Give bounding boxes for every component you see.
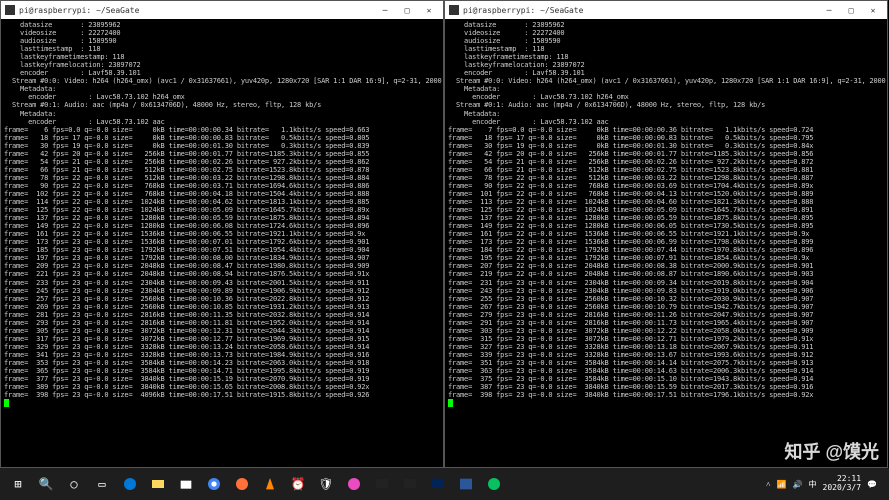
watermark: 知乎 @馍光	[784, 438, 879, 464]
tray-network-icon[interactable]: 📶	[777, 480, 787, 489]
terminal-output-right[interactable]: datasize : 23895962 videosize : 22272400…	[445, 19, 887, 467]
alarm-icon[interactable]: ⏰	[284, 470, 312, 498]
window-title: pi@raspberrypi: ~/SeaGate	[19, 6, 375, 15]
window-controls: ─ □ ✕	[819, 3, 883, 17]
explorer-icon[interactable]	[144, 470, 172, 498]
maximize-button[interactable]: □	[841, 3, 861, 17]
terminal-window-left: pi@raspberrypi: ~/SeaGate ─ □ ✕ datasize…	[0, 0, 444, 468]
terminal-window-right: pi@raspberrypi: ~/SeaGate ─ □ ✕ datasize…	[444, 0, 888, 468]
maximize-button[interactable]: □	[397, 3, 417, 17]
search-button[interactable]: 🔍	[32, 470, 60, 498]
vlc-icon[interactable]	[256, 470, 284, 498]
itunes-icon[interactable]	[340, 470, 368, 498]
close-button[interactable]: ✕	[863, 3, 883, 17]
tray-volume-icon[interactable]: 🔊	[793, 480, 803, 489]
chrome-icon[interactable]	[200, 470, 228, 498]
edge-icon[interactable]	[116, 470, 144, 498]
terminal-task-2[interactable]	[396, 470, 424, 498]
window-title: pi@raspberrypi: ~/SeaGate	[463, 6, 819, 15]
start-button[interactable]: ⊞	[4, 470, 32, 498]
clock-date: 2020/3/7	[823, 484, 862, 493]
window-area: pi@raspberrypi: ~/SeaGate ─ □ ✕ datasize…	[0, 0, 889, 468]
notification-icon[interactable]: 💬	[867, 480, 877, 489]
wechat-icon[interactable]	[480, 470, 508, 498]
tray-chevron-icon[interactable]: ˄	[766, 480, 771, 489]
taskbar: ⊞ 🔍 ○ ▭ ⏰ 🛡 ˄ 📶 🔊 中 22:11 2020/3/7 💬	[0, 468, 889, 500]
task-view-icon[interactable]: ▭	[88, 470, 116, 498]
system-tray[interactable]: ˄ 📶 🔊 中 22:11 2020/3/7 💬	[758, 475, 885, 493]
minimize-button[interactable]: ─	[375, 3, 395, 17]
powershell-icon[interactable]	[424, 470, 452, 498]
terminal-output-left[interactable]: datasize : 23895962 videosize : 22272400…	[1, 19, 443, 467]
store-icon[interactable]	[172, 470, 200, 498]
cortana-icon[interactable]: ○	[60, 470, 88, 498]
clock[interactable]: 22:11 2020/3/7	[823, 475, 862, 493]
word-icon[interactable]	[452, 470, 480, 498]
security-icon[interactable]: 🛡	[312, 470, 340, 498]
tray-ime-icon[interactable]: 中	[809, 479, 817, 490]
terminal-task-1[interactable]	[368, 470, 396, 498]
minimize-button[interactable]: ─	[819, 3, 839, 17]
close-button[interactable]: ✕	[419, 3, 439, 17]
titlebar-left[interactable]: pi@raspberrypi: ~/SeaGate ─ □ ✕	[1, 1, 443, 19]
terminal-icon	[449, 5, 459, 15]
terminal-icon	[5, 5, 15, 15]
firefox-icon[interactable]	[228, 470, 256, 498]
window-controls: ─ □ ✕	[375, 3, 439, 17]
titlebar-right[interactable]: pi@raspberrypi: ~/SeaGate ─ □ ✕	[445, 1, 887, 19]
